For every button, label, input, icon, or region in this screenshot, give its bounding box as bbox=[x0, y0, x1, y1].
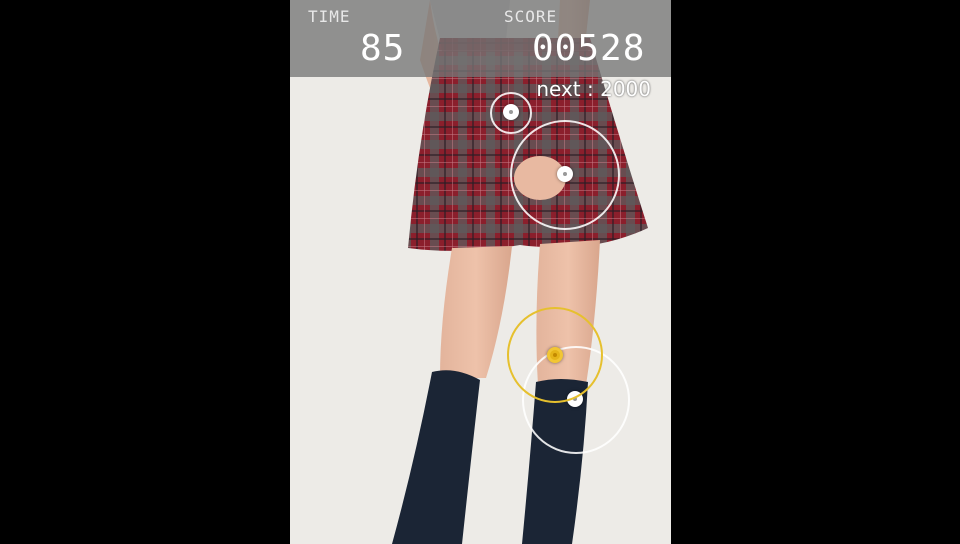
target-small-upper-dot[interactable] bbox=[503, 104, 519, 120]
hud-bar: TIME 85 SCORE 00528 bbox=[290, 0, 671, 77]
target-knee-active-dot[interactable] bbox=[547, 347, 563, 363]
next-threshold: next : 2000 bbox=[536, 77, 651, 101]
target-skirt-dot[interactable] bbox=[557, 166, 573, 182]
game-viewport[interactable]: TIME 85 SCORE 00528 next : 2000 bbox=[290, 0, 671, 544]
score-value: 00528 bbox=[532, 28, 646, 69]
time-label: TIME bbox=[308, 7, 351, 26]
time-value: 85 bbox=[360, 28, 406, 69]
score-label: SCORE bbox=[504, 7, 558, 26]
